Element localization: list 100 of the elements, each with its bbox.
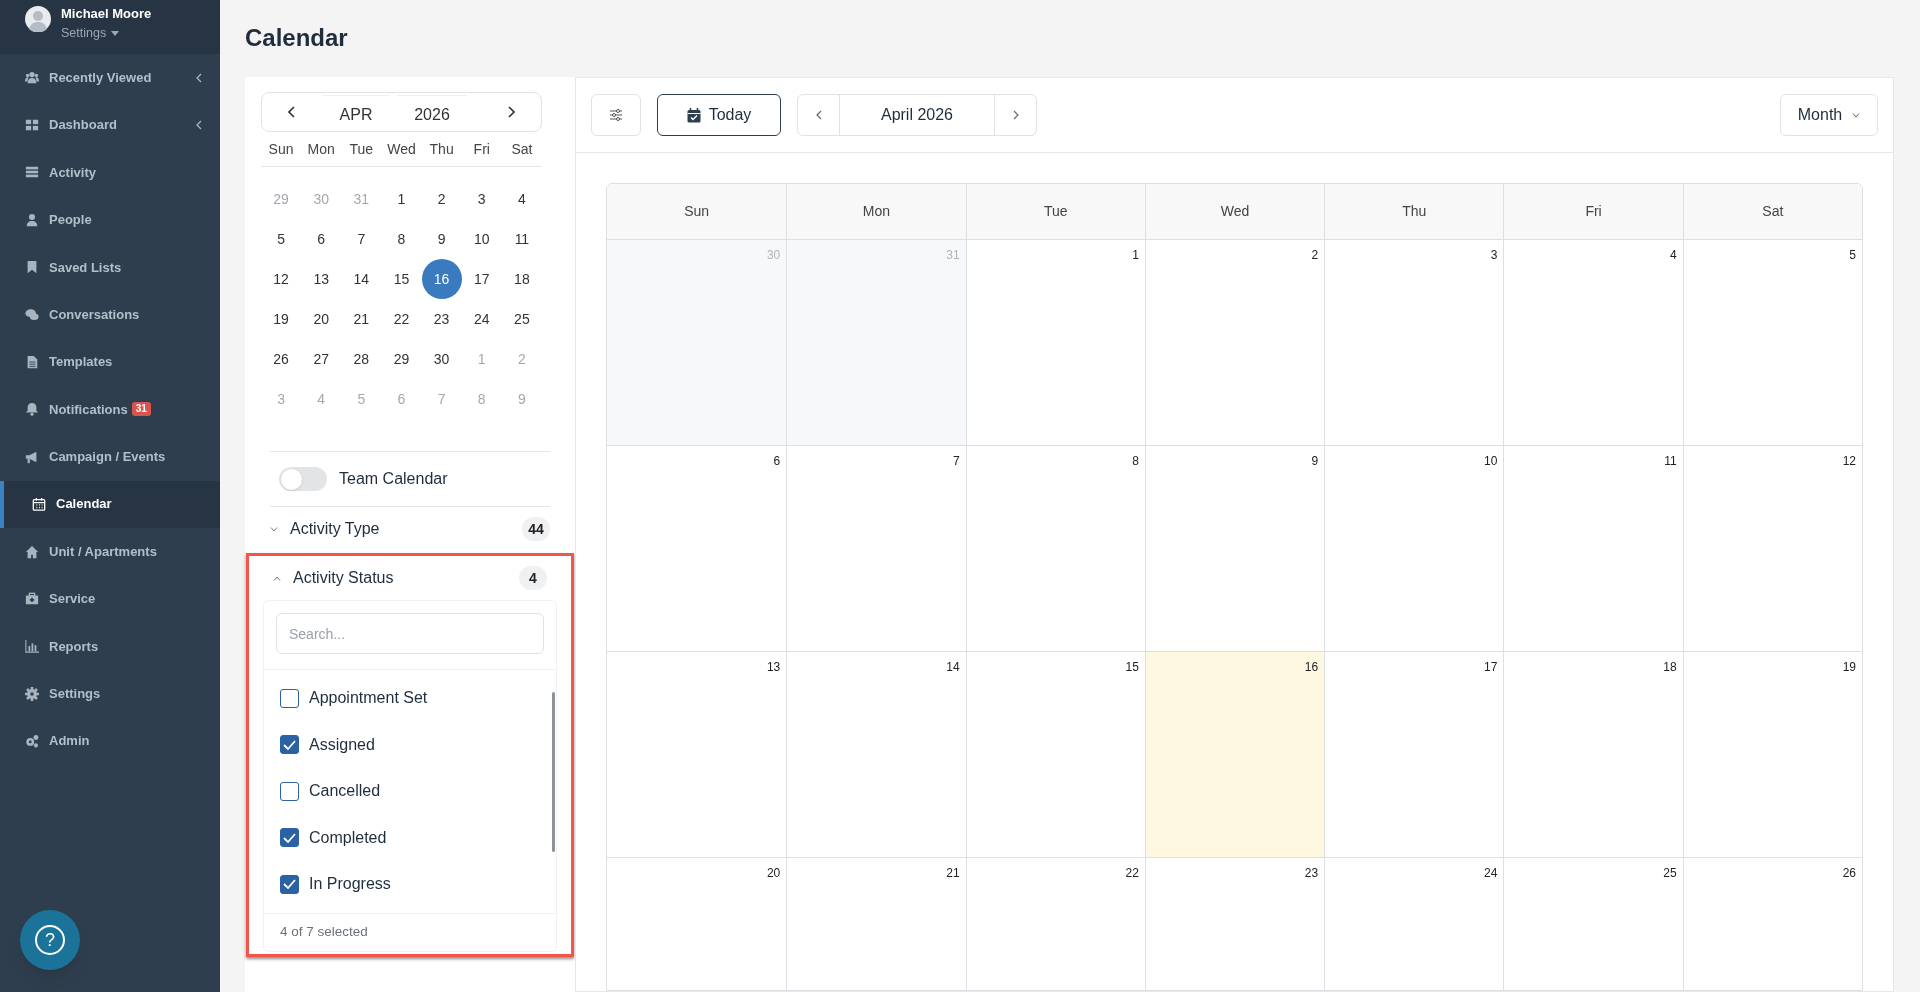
date-cell[interactable]: 4 xyxy=(501,179,542,219)
checkbox-option[interactable]: Appointment Set xyxy=(264,675,542,722)
help-button[interactable]: ? xyxy=(20,910,80,970)
filter-settings-button[interactable] xyxy=(591,94,641,136)
calendar-icon xyxy=(32,497,46,512)
checkbox[interactable] xyxy=(280,781,299,801)
checkbox-option[interactable]: In Progress xyxy=(264,861,542,908)
date-cell[interactable]: 24 xyxy=(461,299,502,339)
chevron-down-icon xyxy=(270,526,278,532)
notification-badge: 31 xyxy=(131,402,151,417)
sidebar-item[interactable]: Service xyxy=(0,575,220,623)
sidebar-item[interactable]: Recently Viewed xyxy=(0,54,220,102)
column-header: Mon xyxy=(862,202,891,221)
column-header: Thu xyxy=(1402,202,1427,221)
weekday-label: Mon xyxy=(307,140,335,159)
sidebar-item[interactable]: Calendar xyxy=(0,480,220,528)
home-icon xyxy=(25,544,39,559)
date-cell[interactable]: 20 xyxy=(301,299,342,339)
date-cell[interactable]: 22 xyxy=(381,299,422,339)
date-cell[interactable]: 7 xyxy=(341,219,382,259)
column-header: Wed xyxy=(1220,202,1250,221)
checkbox[interactable] xyxy=(280,828,299,848)
sidebar-item[interactable]: Campaign / Events xyxy=(0,433,220,481)
megaphone-icon xyxy=(25,449,39,464)
person-icon xyxy=(25,212,39,227)
sidebar-item[interactable]: Activity xyxy=(0,148,220,197)
users-icon xyxy=(25,70,39,85)
grid-icon xyxy=(25,118,39,133)
weekday-label: Tue xyxy=(349,140,374,159)
weekday-label: Fri xyxy=(473,140,490,159)
date-cell[interactable]: 6 xyxy=(301,219,342,259)
bar-chart-icon xyxy=(25,639,39,654)
scrollbar-thumb[interactable] xyxy=(552,692,555,852)
date-cell[interactable]: 21 xyxy=(341,299,382,339)
sidebar-item[interactable]: People xyxy=(0,196,220,244)
date-cell[interactable]: 30 xyxy=(421,339,462,379)
chevron-left-icon xyxy=(815,110,822,120)
date-cell[interactable]: 15 xyxy=(381,259,422,299)
date-cell[interactable]: 27 xyxy=(301,339,342,379)
sidebar-item[interactable]: Templates xyxy=(0,338,220,386)
date-cell[interactable]: 14 xyxy=(341,259,382,299)
date-cell[interactable]: 17 xyxy=(461,259,502,299)
sidebar-item[interactable]: Reports xyxy=(0,622,220,671)
filter-header[interactable]: Activity Type 44 xyxy=(270,507,550,551)
bell-icon xyxy=(25,402,39,417)
sidebar-item[interactable]: Notifications 31 xyxy=(0,385,220,434)
checkbox-option[interactable]: Assigned xyxy=(264,721,542,768)
date-cell[interactable]: 29 xyxy=(381,339,422,379)
date-cell[interactable]: 2 xyxy=(421,179,462,219)
date-cell[interactable]: 23 xyxy=(421,299,462,339)
date-cell[interactable]: 25 xyxy=(501,299,542,339)
sidebar-item[interactable]: Settings xyxy=(0,670,220,718)
date-cell[interactable]: 11 xyxy=(501,219,542,259)
date-cell[interactable]: 10 xyxy=(461,219,502,259)
period-label: April 2026 xyxy=(879,105,954,125)
date-cell[interactable]: 5 xyxy=(261,219,302,259)
date-cell[interactable]: 12 xyxy=(261,259,302,299)
year-picker[interactable]: 2026 xyxy=(398,95,466,129)
chevron-left-icon xyxy=(288,106,296,118)
selection-summary: 4 of 7 selected xyxy=(264,912,556,951)
sidebar-item[interactable]: Dashboard xyxy=(0,101,220,149)
sidebar-item[interactable]: Saved Lists xyxy=(0,243,220,291)
date-cell[interactable]: 18 xyxy=(501,259,542,299)
date-cell[interactable]: 1 xyxy=(381,179,422,219)
sidebar-item[interactable]: Admin xyxy=(0,717,220,765)
weekday-label: Wed xyxy=(387,140,416,159)
toggle-switch[interactable] xyxy=(279,467,327,491)
date-cell[interactable]: 16 xyxy=(421,259,462,299)
gears-icon xyxy=(25,734,39,749)
weekday-label: Thu xyxy=(429,140,454,159)
calendar-check-icon xyxy=(686,107,701,123)
date-cell[interactable]: 3 xyxy=(461,179,502,219)
date-cell[interactable]: 19 xyxy=(261,299,302,339)
date-cell[interactable]: 26 xyxy=(261,339,302,379)
checkbox-option[interactable]: Cancelled xyxy=(264,768,542,815)
chevron-up-icon xyxy=(273,575,281,581)
sidebar-item[interactable]: Unit / Apartments xyxy=(0,527,220,576)
month-picker[interactable]: APR xyxy=(322,95,390,129)
column-header: Tue xyxy=(1043,202,1068,221)
day-cell[interactable]: 16 xyxy=(1144,652,1325,857)
user-settings-menu[interactable]: Settings xyxy=(61,24,152,42)
date-cell[interactable]: 13 xyxy=(301,259,342,299)
date-cell[interactable]: 9 xyxy=(421,219,462,259)
document-icon xyxy=(25,355,39,370)
checkbox-option[interactable]: Completed xyxy=(264,814,542,861)
today-button[interactable]: Today xyxy=(657,94,781,136)
checkbox[interactable] xyxy=(280,735,299,755)
count-badge: 4 xyxy=(519,566,547,590)
date-cell[interactable]: 8 xyxy=(381,219,422,259)
checkbox[interactable] xyxy=(280,874,299,894)
column-header: Fri xyxy=(1585,202,1602,221)
weekday-label: Sat xyxy=(511,140,533,159)
sidebar-item[interactable]: Conversations xyxy=(0,290,220,339)
date-cell[interactable]: 28 xyxy=(341,339,382,379)
search-field[interactable]: Search... xyxy=(276,613,544,654)
medical-kit-icon xyxy=(25,592,39,606)
filter-header[interactable]: Activity Status 4 xyxy=(249,556,571,600)
avatar-icon xyxy=(25,6,51,32)
checkbox[interactable] xyxy=(280,688,299,708)
view-select[interactable]: Month xyxy=(1780,94,1878,136)
